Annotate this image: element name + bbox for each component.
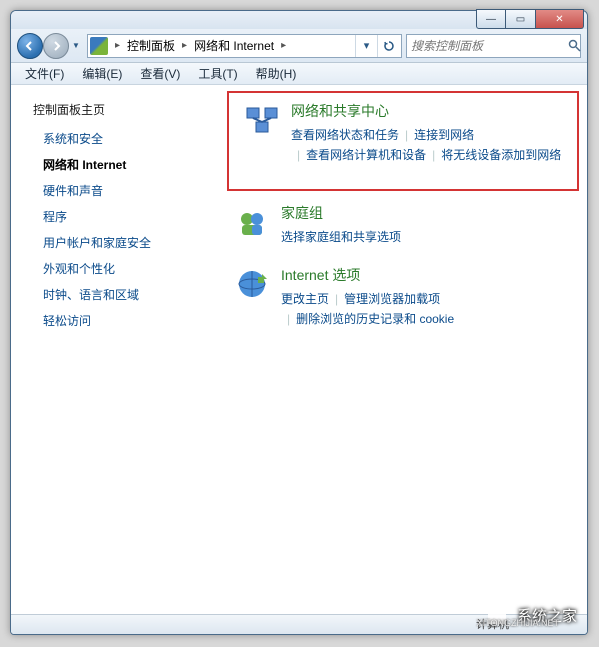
window-controls: — ▭ ✕ [476, 9, 584, 29]
task-link[interactable]: 管理浏览器加载项 [344, 292, 440, 306]
body: 控制面板主页 系统和安全网络和 Internet 硬件和声音程序用户帐户和家庭安全… [11, 85, 587, 614]
chevron-right-icon[interactable]: ▸ [278, 40, 289, 51]
sidebar-title[interactable]: 控制面板主页 [33, 101, 211, 118]
sidebar-item[interactable]: 时钟、语言和区域 [43, 286, 211, 303]
refresh-button[interactable] [377, 35, 399, 57]
category-links: 更改主页|管理浏览器加载项|删除浏览的历史记录和 cookie [281, 289, 573, 329]
forward-button[interactable] [43, 33, 69, 59]
close-button[interactable]: ✕ [536, 9, 584, 29]
control-panel-icon [90, 37, 108, 55]
category-title[interactable]: 网络和共享中心 [291, 101, 563, 121]
sidebar-item[interactable]: 网络和 Internet [43, 156, 211, 173]
category-section: 家庭组选择家庭组和共享选项 [227, 201, 579, 249]
menu-edit[interactable]: 编辑(E) [74, 63, 130, 84]
menu-bar: 文件(F) 编辑(E) 查看(V) 工具(T) 帮助(H) [11, 63, 587, 85]
category-section: 网络和共享中心查看网络状态和任务|连接到网络|查看网络计算机和设备|将无线设备添… [237, 99, 569, 167]
address-dropdown[interactable]: ▾ [355, 35, 377, 57]
maximize-button[interactable]: ▭ [506, 9, 536, 29]
task-link[interactable]: 选择家庭组和共享选项 [281, 230, 401, 244]
link-separator: | [399, 128, 414, 142]
link-separator: | [291, 148, 306, 162]
navigation-bar: ▼ ▸ 控制面板 ▸ 网络和 Internet ▸ ▾ [11, 29, 587, 63]
chevron-right-icon[interactable]: ▸ [179, 40, 190, 51]
category-icon[interactable] [243, 101, 281, 139]
category-icon[interactable] [233, 203, 271, 241]
status-text: 计算机 [476, 616, 509, 632]
address-bar[interactable]: ▸ 控制面板 ▸ 网络和 Internet ▸ ▾ [87, 34, 402, 58]
search-input[interactable] [411, 39, 568, 53]
link-separator: | [281, 312, 296, 326]
category-icon[interactable] [233, 265, 271, 303]
breadcrumb-network-internet[interactable]: 网络和 Internet [190, 37, 278, 54]
content-area: 网络和共享中心查看网络状态和任务|连接到网络|查看网络计算机和设备|将无线设备添… [219, 85, 587, 614]
category-links: 查看网络状态和任务|连接到网络|查看网络计算机和设备|将无线设备添加到网络 [291, 125, 563, 165]
breadcrumb-control-panel[interactable]: 控制面板 [123, 37, 179, 54]
sidebar-item[interactable]: 用户帐户和家庭安全 [43, 234, 211, 251]
sidebar-item[interactable]: 外观和个性化 [43, 260, 211, 277]
task-link[interactable]: 删除浏览的历史记录和 cookie [296, 312, 454, 326]
task-link[interactable]: 将无线设备添加到网络 [441, 148, 561, 162]
menu-tools[interactable]: 工具(T) [190, 63, 245, 84]
titlebar[interactable]: — ▭ ✕ [11, 11, 587, 29]
category-title[interactable]: Internet 选项 [281, 265, 573, 285]
task-link[interactable]: 查看网络计算机和设备 [306, 148, 426, 162]
menu-view[interactable]: 查看(V) [132, 63, 188, 84]
search-icon[interactable] [568, 39, 581, 52]
sidebar-item[interactable]: 程序 [43, 208, 211, 225]
sidebar-item[interactable]: 硬件和声音 [43, 182, 211, 199]
control-panel-window: — ▭ ✕ ▼ ▸ 控制面板 ▸ 网络和 Internet ▸ ▾ [10, 10, 588, 635]
sidebar-item[interactable]: 系统和安全 [43, 130, 211, 147]
task-link[interactable]: 更改主页 [281, 292, 329, 306]
highlighted-section: 网络和共享中心查看网络状态和任务|连接到网络|查看网络计算机和设备|将无线设备添… [227, 91, 579, 191]
task-link[interactable]: 查看网络状态和任务 [291, 128, 399, 142]
task-link[interactable]: 连接到网络 [414, 128, 474, 142]
nav-arrows: ▼ [17, 33, 83, 59]
sidebar-item[interactable]: 轻松访问 [43, 312, 211, 329]
menu-file[interactable]: 文件(F) [17, 63, 72, 84]
nav-history-dropdown[interactable]: ▼ [69, 41, 83, 50]
back-button[interactable] [17, 33, 43, 59]
link-separator: | [426, 148, 441, 162]
category-title[interactable]: 家庭组 [281, 203, 573, 223]
sidebar: 控制面板主页 系统和安全网络和 Internet 硬件和声音程序用户帐户和家庭安全… [11, 85, 219, 614]
category-links: 选择家庭组和共享选项 [281, 227, 573, 247]
link-separator: | [329, 292, 344, 306]
category-section: Internet 选项更改主页|管理浏览器加载项|删除浏览的历史记录和 cook… [227, 263, 579, 331]
minimize-button[interactable]: — [476, 9, 506, 29]
status-bar: 计算机 [11, 614, 587, 634]
chevron-right-icon[interactable]: ▸ [112, 40, 123, 51]
search-box[interactable] [406, 34, 581, 58]
menu-help[interactable]: 帮助(H) [248, 63, 305, 84]
